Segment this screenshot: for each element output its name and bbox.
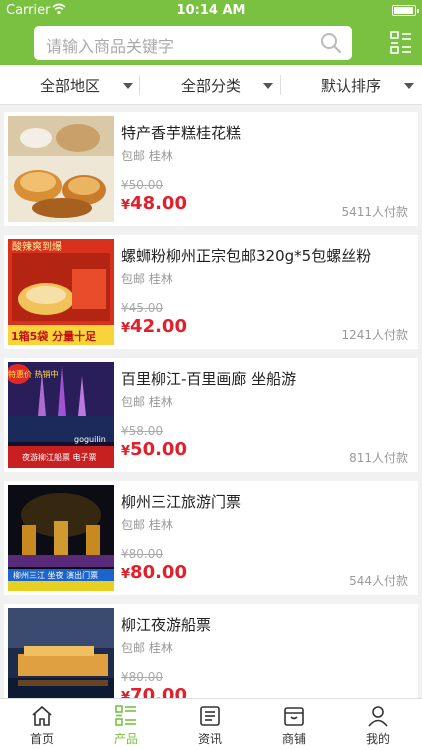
price-value: 80.00 — [130, 562, 187, 583]
tab-home[interactable]: 首页 — [0, 699, 84, 750]
product-original-price: ¥50.00 — [121, 178, 163, 192]
product-image: 柳州三江 坐夜 演出门票 — [8, 485, 114, 591]
grid-list-icon — [115, 705, 136, 726]
product-subtitle: 包邮 桂林 — [121, 272, 173, 286]
product-card[interactable]: 柳州三江 坐夜 演出门票 柳州三江旅游门票 包邮 桂林 ¥80.00 ¥80.0… — [4, 481, 418, 595]
product-subtitle: 包邮 桂林 — [121, 641, 173, 655]
product-title: 螺蛳粉柳州正宗包邮320g*5包螺丝粉 — [121, 247, 372, 265]
product-title: 柳州三江旅游门票 — [121, 493, 242, 511]
price-value: 48.00 — [130, 193, 187, 214]
product-title: 百里柳江-百里画廊 坐船游 — [121, 370, 297, 388]
product-price: ¥80.00 — [121, 562, 187, 583]
home-icon — [32, 705, 52, 726]
tab-label: 我的 — [365, 732, 390, 746]
product-price: ¥42.00 — [121, 316, 187, 337]
news-icon — [200, 706, 220, 726]
product-price: ¥70.00 — [121, 685, 187, 698]
tab-label: 首页 — [29, 732, 54, 746]
shop-icon — [284, 707, 304, 726]
filter-bar: 全部地区 全部分类 默认排序 — [0, 65, 422, 105]
price-value: 42.00 — [130, 316, 187, 337]
thumb-caption: 夜游柳江船票 电子票 — [22, 452, 97, 462]
product-original-price: ¥58.00 — [121, 424, 163, 438]
product-image: 特惠价 热销中 goguilin 夜游柳江船票 电子票 — [8, 362, 114, 468]
search-placeholder: 请输入商品关键字 — [46, 37, 175, 56]
product-list[interactable]: 特产香芋糕桂花糕 包邮 桂林 ¥50.00 ¥48.00 5411人付款 酸辣爽… — [0, 105, 422, 698]
bottom-tab-bar: 首页 产品 资讯 商铺 我的 — [0, 698, 422, 750]
user-icon — [368, 706, 388, 727]
search-icon[interactable] — [320, 32, 342, 54]
currency-symbol: ¥ — [121, 321, 131, 336]
filter-category[interactable]: 全部分类 — [141, 65, 281, 105]
product-title: 柳江夜游船票 — [121, 616, 212, 634]
product-card[interactable]: 酸辣爽到爆 1箱5袋 分量十足 螺蛳粉柳州正宗包邮320g*5包螺丝粉 包邮 桂… — [4, 235, 418, 349]
thumb-caption: 酸辣爽到爆 — [12, 240, 62, 253]
product-image — [8, 608, 114, 698]
tab-news[interactable]: 资讯 — [168, 699, 252, 750]
currency-symbol: ¥ — [121, 198, 131, 213]
divider — [139, 75, 140, 95]
tab-products[interactable]: 产品 — [84, 699, 168, 750]
product-original-price: ¥45.00 — [121, 301, 163, 315]
sales-count: 811人付款 — [349, 451, 408, 465]
tab-label: 商铺 — [281, 732, 306, 746]
product-subtitle: 包邮 桂林 — [121, 518, 173, 532]
sales-count: 5411人付款 — [341, 205, 408, 219]
currency-symbol: ¥ — [121, 444, 131, 459]
product-original-price: ¥80.00 — [121, 547, 163, 561]
search-input[interactable]: 请输入商品关键字 — [34, 26, 352, 60]
product-subtitle: 包邮 桂林 — [121, 395, 173, 409]
product-original-price: ¥80.00 — [121, 670, 163, 684]
product-price: ¥48.00 — [121, 193, 187, 214]
chevron-down-icon — [404, 83, 414, 89]
thumb-caption: 特惠价 热销中 — [8, 369, 59, 379]
tab-label: 产品 — [113, 732, 138, 746]
price-value: 50.00 — [130, 439, 187, 460]
status-bar: Carrier 10:14 AM — [0, 0, 422, 22]
thumb-caption: goguilin — [74, 435, 106, 444]
currency-symbol: ¥ — [121, 567, 131, 582]
product-card[interactable]: 柳江夜游船票 包邮 桂林 ¥80.00 ¥70.00 — [4, 604, 418, 698]
product-card[interactable]: 特产香芋糕桂花糕 包邮 桂林 ¥50.00 ¥48.00 5411人付款 — [4, 112, 418, 226]
filter-sort[interactable]: 默认排序 — [281, 65, 421, 105]
filter-sort-label: 默认排序 — [321, 77, 382, 95]
currency-symbol: ¥ — [121, 690, 131, 698]
product-price: ¥50.00 — [121, 439, 187, 460]
product-image — [8, 116, 114, 222]
product-title: 特产香芋糕桂花糕 — [121, 124, 242, 142]
filter-category-label: 全部分类 — [181, 77, 242, 95]
product-subtitle: 包邮 桂林 — [121, 149, 173, 163]
filter-region[interactable]: 全部地区 — [0, 65, 140, 105]
product-card[interactable]: 特惠价 热销中 goguilin 夜游柳江船票 电子票 百里柳江-百里画廊 坐船… — [4, 358, 418, 472]
thumb-caption: 柳州三江 坐夜 演出门票 — [13, 570, 98, 580]
chevron-down-icon — [123, 83, 133, 89]
search-header: 请输入商品关键字 — [0, 22, 422, 65]
tab-label: 资讯 — [197, 732, 222, 746]
clock: 10:14 AM — [176, 3, 246, 18]
price-value: 70.00 — [130, 685, 187, 698]
sales-count: 544人付款 — [349, 574, 408, 588]
battery-icon — [392, 5, 419, 16]
chevron-down-icon — [263, 83, 273, 89]
tab-profile[interactable]: 我的 — [336, 699, 420, 750]
category-menu-icon[interactable] — [390, 31, 412, 55]
product-image: 酸辣爽到爆 1箱5袋 分量十足 — [8, 239, 114, 345]
filter-region-label: 全部地区 — [40, 77, 101, 95]
thumb-caption: 1箱5袋 分量十足 — [11, 329, 97, 343]
sales-count: 1241人付款 — [341, 328, 408, 342]
tab-shop[interactable]: 商铺 — [252, 699, 336, 750]
